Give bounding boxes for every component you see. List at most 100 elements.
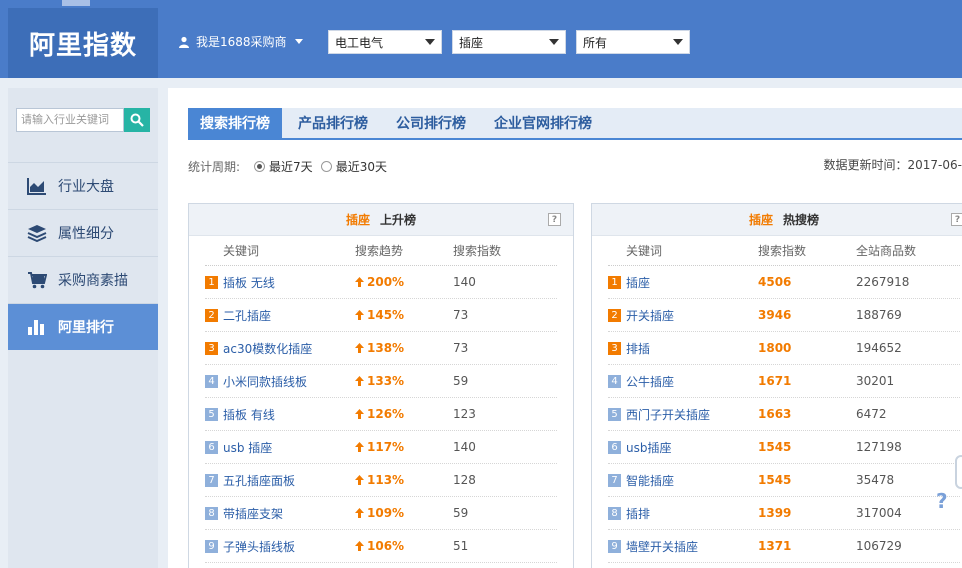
radio-unselected-icon[interactable] (320, 161, 332, 172)
floating-help-icon[interactable]: ? (936, 489, 948, 513)
table-row: 8 带插座支架 109% 59 (205, 497, 557, 530)
keyword-link[interactable]: 西门子开关插座 (626, 406, 710, 423)
layers-icon (26, 222, 48, 244)
search-button[interactable] (124, 108, 150, 132)
keyword-cell[interactable]: 3 ac30模数化插座 (205, 340, 355, 357)
logo[interactable]: 阿里指数 (8, 8, 158, 78)
tab-website-ranking[interactable]: 企业官网排行榜 (482, 108, 604, 138)
category-select[interactable]: 电工电气 (328, 30, 442, 54)
help-icon[interactable]: ? (548, 213, 561, 226)
sidebar-item-label: 属性细分 (58, 226, 114, 242)
trend-cell: 126% (355, 407, 453, 421)
keyword-cell[interactable]: 2 二孔插座 (205, 307, 355, 324)
keyword-link[interactable]: 五孔插座面板 (223, 472, 295, 489)
rank-badge: 5 (205, 407, 218, 421)
table-row: 7 智能插座 1545 35478 (608, 464, 960, 497)
trend-cell: 109% (355, 506, 453, 520)
keyword-cell[interactable]: 7 五孔插座面板 (205, 472, 355, 489)
chevron-down-icon (294, 39, 303, 44)
keyword-link[interactable]: 插板 无线 (223, 274, 275, 291)
table-row: 2 二孔插座 145% 73 (205, 299, 557, 332)
keyword-link[interactable]: 小米同款插线板 (223, 373, 307, 390)
tab-company-ranking[interactable]: 公司排行榜 (384, 108, 478, 138)
keyword-cell[interactable]: 9 子弹头插线板 (205, 538, 355, 555)
scope-select-value: 所有 (583, 35, 608, 50)
sidebar-item-industry-overview[interactable]: 行业大盘 (8, 162, 158, 209)
period-option-7d[interactable]: 最近7天 (254, 158, 313, 175)
rank-badge: 4 (205, 374, 218, 388)
keyword-cell[interactable]: 5 插板 有线 (205, 406, 355, 423)
table-header: 关键词 搜索指数 全站商品数 (608, 236, 960, 266)
keyword-link[interactable]: 公牛插座 (626, 373, 674, 390)
sidebar-item-label: 采购商素描 (58, 273, 128, 289)
keyword-cell[interactable]: 7 智能插座 (608, 472, 758, 489)
trend-value: 200% (367, 275, 405, 289)
chevron-down-icon (425, 39, 435, 45)
trend-cell: 200% (355, 275, 453, 289)
column-header: 全站商品数 (856, 244, 917, 258)
keyword-link[interactable]: 墙壁开关插座 (626, 538, 698, 555)
help-icon[interactable]: ? (951, 213, 962, 226)
rank-badge: 3 (205, 341, 218, 355)
table-row: 3 ac30模数化插座 138% 73 (205, 332, 557, 365)
radio-selected-icon[interactable] (254, 161, 266, 172)
sidebar-item-attribute-breakdown[interactable]: 属性细分 (8, 209, 158, 256)
keyword-link[interactable]: usb 插座 (223, 439, 272, 456)
trend-value: 138% (367, 341, 405, 355)
tab-search-ranking[interactable]: 搜索排行榜 (188, 108, 282, 138)
keyword-link[interactable]: 带插座支架 (223, 505, 283, 522)
sidebar-item-buyer-profile[interactable]: 采购商素描 (8, 256, 158, 303)
keyword-cell[interactable]: 1 插板 无线 (205, 274, 355, 291)
industry-search-input[interactable]: 请输入行业关键词 (16, 108, 124, 132)
rank-badge: 5 (608, 407, 621, 421)
keyword-cell[interactable]: 6 usb 插座 (205, 439, 355, 456)
keyword-link[interactable]: ac30模数化插座 (223, 340, 312, 357)
keyword-link[interactable]: 插排 (626, 505, 650, 522)
trend-value: 113% (367, 473, 405, 487)
keyword-link[interactable]: 排插 (626, 340, 650, 357)
keyword-cell[interactable]: 5 西门子开关插座 (608, 406, 758, 423)
product-count-cell: 30201 (856, 374, 895, 388)
keyword-cell[interactable]: 8 带插座支架 (205, 505, 355, 522)
trend-value: 145% (367, 308, 405, 322)
keyword-cell[interactable]: 1 插座 (608, 274, 758, 291)
keyword-link[interactable]: 智能插座 (626, 472, 674, 489)
sidebar: 请输入行业关键词 行业大盘 属性细分 采购商素描 阿里排行 (8, 88, 158, 568)
search-index-cell: 140 (453, 275, 476, 289)
sidebar-item-ali-ranking[interactable]: 阿里排行 (8, 303, 158, 350)
column-header: 搜索趋势 (355, 244, 404, 258)
hot-ranking-panel: 插座 热搜榜 ? 关键词 搜索指数 全站商品数 1 插座 4506 2267918 2 开… (591, 203, 962, 568)
panel-title: 插座 上升榜 ? (189, 204, 573, 236)
keyword-link[interactable]: 插板 有线 (223, 406, 275, 423)
keyword-link[interactable]: 开关插座 (626, 307, 674, 324)
user-menu[interactable]: 我是1688采购商 (178, 33, 303, 50)
bar-chart-icon (26, 316, 48, 338)
product-count-cell: 106729 (856, 539, 902, 553)
period-option-30d[interactable]: 最近30天 (320, 158, 387, 175)
trend-cell: 117% (355, 440, 453, 454)
keyword-cell[interactable]: 9 墙壁开关插座 (608, 538, 758, 555)
rank-badge: 8 (205, 506, 218, 520)
search-index-cell: 59 (453, 374, 469, 388)
top-corner-decoration (62, 0, 90, 6)
keyword-cell[interactable]: 8 插排 (608, 505, 758, 522)
keyword-cell[interactable]: 2 开关插座 (608, 307, 758, 324)
scope-select[interactable]: 所有 (576, 30, 690, 54)
keyword-cell[interactable]: 3 排插 (608, 340, 758, 357)
search-index-cell: 1671 (758, 374, 792, 388)
keyword-cell[interactable]: 4 公牛插座 (608, 373, 758, 390)
table-row: 9 子弹头插线板 106% 51 (205, 530, 557, 563)
subcategory-select[interactable]: 插座 (452, 30, 566, 54)
keyword-link[interactable]: 子弹头插线板 (223, 538, 295, 555)
period-label: 统计周期: (188, 160, 241, 174)
trend-value: 109% (367, 506, 405, 520)
table-header: 关键词 搜索趋势 搜索指数 (205, 236, 557, 266)
keyword-link[interactable]: usb插座 (626, 439, 671, 456)
keyword-link[interactable]: 插座 (626, 274, 650, 291)
side-widget-handle[interactable] (955, 455, 962, 489)
keyword-cell[interactable]: 4 小米同款插线板 (205, 373, 355, 390)
column-header: 搜索指数 (453, 244, 502, 258)
keyword-cell[interactable]: 6 usb插座 (608, 439, 758, 456)
keyword-link[interactable]: 二孔插座 (223, 307, 271, 324)
tab-product-ranking[interactable]: 产品排行榜 (286, 108, 380, 138)
